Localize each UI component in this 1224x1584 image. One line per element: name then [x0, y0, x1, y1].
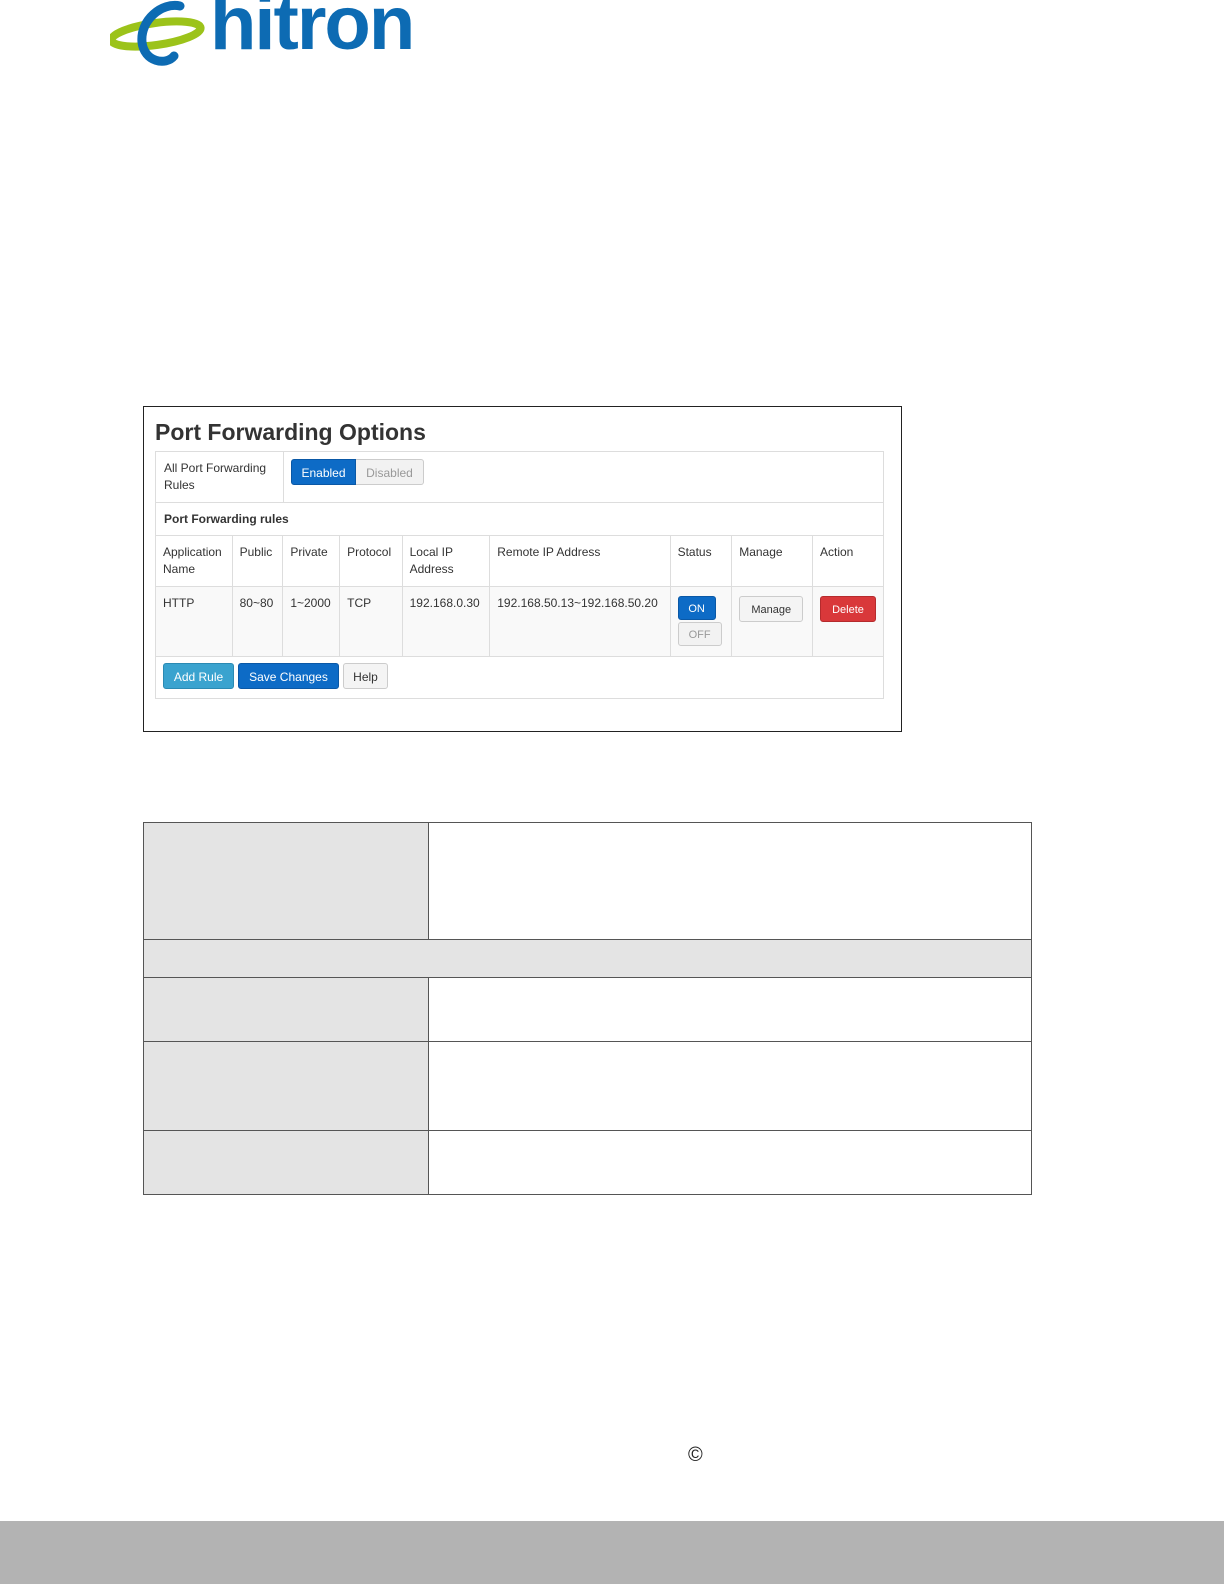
disabled-button[interactable]: Disabled: [356, 459, 424, 485]
port-forwarding-panel: All Port Forwarding Rules Enabled Disabl…: [155, 451, 884, 699]
col-manage: Manage: [731, 536, 813, 587]
col-status: Status: [670, 536, 733, 587]
field-description-cell: [429, 1042, 1031, 1130]
cell-manage: Manage: [731, 586, 813, 657]
rules-section-header: Port Forwarding rules: [156, 503, 883, 536]
brand-wordmark: hitron: [210, 0, 415, 66]
manage-button[interactable]: Manage: [739, 596, 804, 622]
status-on-button[interactable]: ON: [677, 596, 716, 620]
cell-public: 80~80: [232, 586, 284, 657]
table-header-row: Application Name Public Private Protocol…: [156, 536, 883, 587]
add-rule-button[interactable]: Add Rule: [163, 663, 234, 689]
copyright-symbol: ©: [688, 1444, 703, 1466]
section-cell: [144, 940, 1031, 977]
col-private: Private: [282, 536, 341, 587]
status-off-button[interactable]: OFF: [677, 622, 722, 646]
col-action: Action: [812, 536, 883, 587]
enable-toggle: Enabled Disabled: [291, 459, 424, 485]
col-local-ip: Local IP Address: [402, 536, 491, 587]
field-label-cell: [144, 823, 429, 939]
cell-app: HTTP: [156, 586, 233, 657]
enabled-button[interactable]: Enabled: [291, 459, 356, 485]
field-description-cell: [429, 1131, 1031, 1194]
description-row: [144, 978, 1031, 1042]
rules-section-label: Port Forwarding rules: [164, 512, 289, 526]
port-forwarding-screenshot: Port Forwarding Options All Port Forward…: [143, 406, 902, 732]
col-remote-ip: Remote IP Address: [489, 536, 671, 587]
hitron-logo: hitron: [110, 0, 430, 72]
description-row: [144, 1042, 1031, 1131]
table-row: HTTP 80~80 1~2000 TCP 192.168.0.30 192.1…: [156, 586, 883, 657]
cell-local-ip: 192.168.0.30: [402, 586, 491, 657]
cell-protocol: TCP: [339, 586, 403, 657]
field-description-table: [143, 822, 1032, 1195]
col-public: Public: [232, 536, 284, 587]
all-rules-row: All Port Forwarding Rules Enabled Disabl…: [156, 452, 883, 503]
help-button[interactable]: Help: [343, 663, 388, 689]
section-row: [144, 940, 1031, 978]
field-label-cell: [144, 978, 429, 1041]
cell-private: 1~2000: [282, 586, 341, 657]
description-row: [144, 823, 1031, 940]
page-title: Port Forwarding Options: [155, 419, 426, 445]
all-rules-label: All Port Forwarding Rules: [164, 461, 267, 492]
action-buttons: Add Rule Save Changes Help: [163, 663, 388, 689]
col-application-name: Application Name: [156, 536, 233, 587]
save-changes-button[interactable]: Save Changes: [238, 663, 339, 689]
cell-status: ON OFF: [670, 586, 733, 657]
field-description-cell: [429, 978, 1031, 1041]
col-protocol: Protocol: [339, 536, 403, 587]
cell-action: Delete: [812, 586, 883, 657]
hitron-swirl-icon: [110, 0, 205, 66]
field-label-cell: [144, 1131, 429, 1194]
delete-button[interactable]: Delete: [820, 596, 876, 622]
field-label-cell: [144, 1042, 429, 1130]
cell-remote-ip: 192.168.50.13~192.168.50.20: [489, 586, 671, 657]
field-description-cell: [429, 823, 1031, 939]
description-row: [144, 1131, 1031, 1194]
footer-bar: [0, 1521, 1224, 1584]
rules-table: Application Name Public Private Protocol…: [156, 536, 883, 657]
divider: [283, 452, 284, 502]
